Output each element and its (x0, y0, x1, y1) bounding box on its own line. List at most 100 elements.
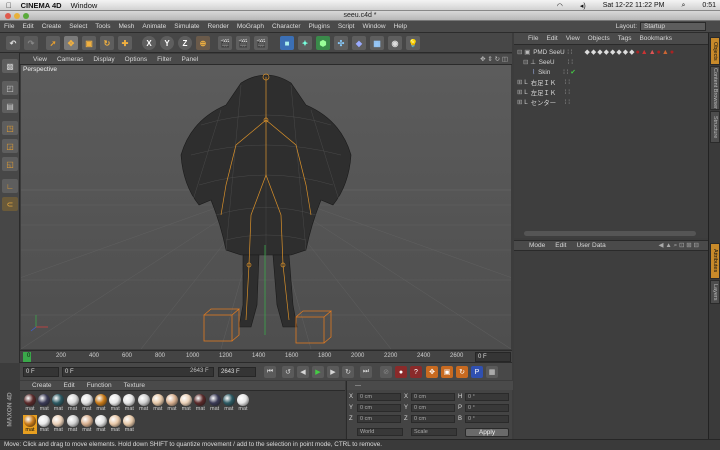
attr-menu-edit[interactable]: Edit (550, 242, 571, 249)
floor-icon[interactable]: ▦ (370, 36, 384, 50)
prev-key-icon[interactable]: ↺ (282, 366, 294, 378)
size-mode-dropdown[interactable]: Scale (411, 428, 457, 436)
object-tags[interactable]: ◆◆◆◆◆◆◆◆●▲▲●▲● (584, 48, 675, 56)
nurbs-icon[interactable]: ⬢ (316, 36, 330, 50)
minimize-window-button[interactable] (14, 13, 20, 19)
menu-mesh[interactable]: Mesh (114, 23, 138, 30)
material-swatch[interactable]: mat (179, 394, 193, 413)
x-axis-lock-icon[interactable]: X (142, 36, 156, 50)
volume-icon[interactable]: ◂) (580, 2, 586, 10)
material-swatch[interactable]: mat (137, 394, 151, 413)
visibility-dots[interactable]: ⁞ ⁞ (565, 99, 570, 106)
material-swatch[interactable]: mat (122, 415, 136, 434)
objmgr-menu-bookmarks[interactable]: Bookmarks (635, 35, 676, 42)
go-to-end-icon[interactable]: ⏭ (360, 366, 372, 378)
menu-window[interactable]: Window (358, 23, 389, 30)
tab-objects[interactable]: Objects (710, 37, 720, 65)
expand-icon[interactable]: ⊞ (517, 79, 522, 86)
material-swatch[interactable]: mat (236, 394, 250, 413)
material-swatch[interactable]: mat (51, 394, 65, 413)
menu-animate[interactable]: Animate (138, 23, 170, 30)
key-scale-icon[interactable]: ▣ (441, 366, 453, 378)
menu-simulate[interactable]: Simulate (170, 23, 203, 30)
material-menu-edit[interactable]: Edit (58, 382, 81, 389)
material-swatch[interactable]: mat (23, 415, 37, 434)
position-x-field[interactable]: 0 cm (357, 392, 401, 401)
material-swatch[interactable]: mat (193, 394, 207, 413)
material-swatch[interactable]: mat (108, 394, 122, 413)
polygon-mode-icon[interactable]: ◱ (2, 157, 18, 171)
apple-icon[interactable]:  (6, 1, 12, 10)
visibility-dots[interactable]: ⁞ ⁞ (565, 79, 570, 86)
object-row[interactable]: ⊟ ▣ PMD SeeU ⁞ ⁞ ◆◆◆◆◆◆◆◆●▲▲●▲● (514, 47, 708, 57)
visibility-dots[interactable]: ⁞ ⁞ (563, 69, 568, 76)
material-swatch[interactable]: mat (222, 394, 236, 413)
objmgr-menu-view[interactable]: View (562, 35, 584, 42)
subdivision-icon[interactable]: ✦ (298, 36, 312, 50)
wifi-icon[interactable]: ◠ (557, 2, 563, 10)
viewport-menu-view[interactable]: View (28, 56, 52, 63)
tab-layers[interactable]: Layers (710, 280, 720, 304)
undo-icon[interactable]: ↶ (6, 36, 20, 50)
material-swatch[interactable]: mat (37, 394, 51, 413)
tab-attributes[interactable]: Attributes (710, 243, 720, 279)
menu-plugins[interactable]: Plugins (305, 23, 334, 30)
texture-mode-icon[interactable]: ▤ (2, 99, 18, 113)
timeline-ruler[interactable]: 0 200 400 600 800 1000 1200 1400 1600 18… (20, 350, 512, 362)
material-swatch[interactable]: mat (122, 394, 136, 413)
cube-primitive-icon[interactable]: ■ (280, 36, 294, 50)
menu-tools[interactable]: Tools (91, 23, 114, 30)
material-menu-texture[interactable]: Texture (118, 382, 151, 389)
rotation-h-field[interactable]: 0 ° (465, 392, 509, 401)
make-editable-icon[interactable]: ▩ (2, 59, 18, 73)
mac-datetime[interactable]: Sat 12-22 11:22 PM (603, 2, 665, 9)
menu-help[interactable]: Help (390, 23, 411, 30)
mac-app-name[interactable]: CINEMA 4D (21, 1, 62, 10)
mac-battery[interactable]: 0:51 (702, 2, 716, 9)
mac-menu-window[interactable]: Window (71, 1, 98, 10)
object-manager-scrollbar[interactable] (524, 231, 696, 236)
viewport-menu-options[interactable]: Options (120, 56, 152, 63)
point-mode-icon[interactable]: ◳ (2, 121, 18, 135)
material-swatch[interactable]: mat (80, 415, 94, 434)
position-z-field[interactable]: 0 cm (357, 414, 401, 423)
object-row[interactable]: ⊞ L 右足ＩＫ ⁞ ⁞ (514, 77, 708, 87)
max-frame-field[interactable]: 2643 F (218, 367, 256, 377)
3d-viewport[interactable]: Perspective (21, 65, 511, 349)
size-y-field[interactable]: 0 cm (411, 403, 455, 412)
objmgr-menu-file[interactable]: File (524, 35, 542, 42)
viewport-menu-cameras[interactable]: Cameras (52, 56, 88, 63)
menu-script[interactable]: Script (334, 23, 359, 30)
expand-icon[interactable]: ⊟ (523, 59, 528, 66)
size-z-field[interactable]: 0 cm (411, 414, 455, 423)
attr-menu-mode[interactable]: Mode (524, 242, 550, 249)
current-frame-field[interactable]: 0 F (23, 367, 59, 377)
material-swatch[interactable]: mat (108, 415, 122, 434)
objmgr-menu-edit[interactable]: Edit (542, 35, 561, 42)
material-menu-function[interactable]: Function (81, 382, 118, 389)
object-row[interactable]: ⊟ ⊥ SeeU ⁞ ⁞ (514, 57, 708, 67)
live-selection-icon[interactable]: ➚ (46, 36, 60, 50)
model-mode-icon[interactable]: ◰ (2, 81, 18, 95)
menu-edit[interactable]: Edit (18, 23, 37, 30)
tab-structure[interactable]: Structure (710, 111, 720, 143)
timeline-end-field[interactable]: 0 F (475, 352, 511, 362)
next-key-icon[interactable]: ↻ (342, 366, 354, 378)
enabled-check-icon[interactable]: ✔ (570, 69, 575, 76)
render-picture-viewer-icon[interactable]: 🎬 (236, 36, 250, 50)
viewport-menu-panel[interactable]: Panel (177, 56, 204, 63)
visibility-dots[interactable]: ⁞ ⁞ (565, 89, 570, 96)
key-parameter-icon[interactable]: P (471, 366, 483, 378)
apply-button[interactable]: Apply (465, 428, 509, 437)
zoom-window-button[interactable] (23, 13, 29, 19)
material-swatch[interactable]: mat (23, 394, 37, 413)
size-x-field[interactable]: 0 cm (411, 392, 455, 401)
snap-icon[interactable]: ⊂ (2, 197, 18, 211)
key-pla-icon[interactable]: ▦ (486, 366, 498, 378)
position-y-field[interactable]: 0 cm (357, 403, 401, 412)
record-position-icon[interactable]: ⊘ (380, 366, 392, 378)
material-swatch[interactable]: mat (80, 394, 94, 413)
menu-file[interactable]: File (0, 23, 18, 30)
render-view-icon[interactable]: 🎬 (218, 36, 232, 50)
expand-icon[interactable]: ⊞ (517, 89, 522, 96)
